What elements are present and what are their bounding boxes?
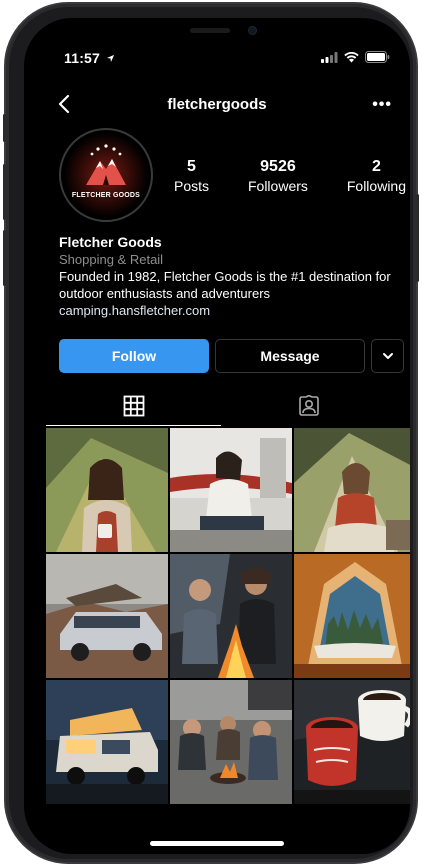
stat-posts[interactable]: 5 Posts xyxy=(174,158,209,194)
tagged-icon xyxy=(298,395,319,416)
page-title: fletchergoods xyxy=(167,96,267,113)
profile-stats: 5 Posts 9526 Followers 2 Following xyxy=(174,158,406,194)
stat-posts-label: Posts xyxy=(174,178,210,194)
profile-website-link[interactable]: camping.hansfletcher.com xyxy=(59,302,404,319)
tab-tagged[interactable] xyxy=(221,386,396,426)
photo-tent-view-forest-icon xyxy=(294,554,410,678)
stat-followers[interactable]: 9526 Followers xyxy=(248,158,308,194)
photo-woman-tent-icon xyxy=(46,428,168,552)
signal-icon xyxy=(321,51,338,63)
stat-posts-value: 5 xyxy=(187,158,196,175)
location-arrow-icon xyxy=(107,54,115,63)
phone-frame: 11:57 fletchergoods ••• FLETCHER GOODS 5… xyxy=(3,4,419,862)
photo-woman-camper-van-icon xyxy=(170,428,292,552)
profile-tabs xyxy=(46,386,396,426)
posts-grid xyxy=(46,428,410,804)
home-indicator[interactable] xyxy=(150,841,284,846)
photo-camper-van-night-icon xyxy=(46,680,168,804)
battery-icon xyxy=(365,51,390,63)
profile-bio: Fletcher Goods Shopping & Retail Founded… xyxy=(59,234,404,319)
post-thumbnail[interactable] xyxy=(46,680,168,804)
fletcher-goods-logo xyxy=(64,133,148,217)
active-tab-indicator xyxy=(46,425,221,426)
tab-posts-grid[interactable] xyxy=(46,386,221,426)
wifi-icon xyxy=(344,51,359,62)
avatar-image: FLETCHER GOODS xyxy=(64,133,148,217)
post-thumbnail[interactable] xyxy=(46,428,168,552)
front-camera xyxy=(248,26,257,35)
photo-group-campfire-icon xyxy=(170,680,292,804)
power-button xyxy=(416,194,419,282)
stat-following[interactable]: 2 Following xyxy=(347,158,406,194)
post-thumbnail[interactable] xyxy=(170,428,292,552)
chevron-down-icon xyxy=(382,353,393,359)
post-thumbnail[interactable] xyxy=(170,554,292,678)
mute-switch xyxy=(3,114,6,142)
post-thumbnail[interactable] xyxy=(170,680,292,804)
speaker xyxy=(190,28,230,33)
avatar-logo-text: FLETCHER GOODS xyxy=(71,192,141,199)
profile-name: Fletcher Goods xyxy=(59,234,162,250)
stat-following-label: Following xyxy=(346,178,406,194)
message-button[interactable]: Message xyxy=(215,339,365,373)
screen: 11:57 fletchergoods ••• FLETCHER GOODS 5… xyxy=(24,18,410,854)
notch xyxy=(144,18,290,48)
follow-button[interactable]: Follow xyxy=(59,339,209,373)
suggested-dropdown-button[interactable] xyxy=(371,339,404,373)
top-nav: fletchergoods ••• xyxy=(24,90,410,120)
profile-category: Shopping & Retail xyxy=(59,252,164,267)
profile-actions: Follow Message xyxy=(59,339,404,373)
post-thumbnail[interactable] xyxy=(294,428,410,552)
post-thumbnail[interactable] xyxy=(294,680,410,804)
more-options-icon[interactable]: ••• xyxy=(372,96,392,114)
volume-down-button xyxy=(3,230,6,286)
photo-campfire-friends-icon xyxy=(170,554,292,678)
photo-woman-tent-mug-icon xyxy=(294,428,410,552)
stat-followers-label: Followers xyxy=(247,178,308,194)
stat-followers-value: 9526 xyxy=(260,158,296,175)
status-time-text: 11:57 xyxy=(64,50,101,66)
photo-coffee-mugs-icon xyxy=(294,680,410,804)
post-thumbnail[interactable] xyxy=(294,554,410,678)
avatar[interactable]: FLETCHER GOODS xyxy=(59,128,153,222)
profile-description: Founded in 1982, Fletcher Goods is the #… xyxy=(59,269,391,301)
volume-up-button xyxy=(3,164,6,220)
stat-following-value: 2 xyxy=(371,158,381,175)
status-time: 11:57 xyxy=(64,50,115,66)
grid-icon xyxy=(123,395,144,417)
photo-car-roof-tent-icon xyxy=(46,554,168,678)
status-icons xyxy=(321,51,390,63)
post-thumbnail[interactable] xyxy=(46,554,168,678)
